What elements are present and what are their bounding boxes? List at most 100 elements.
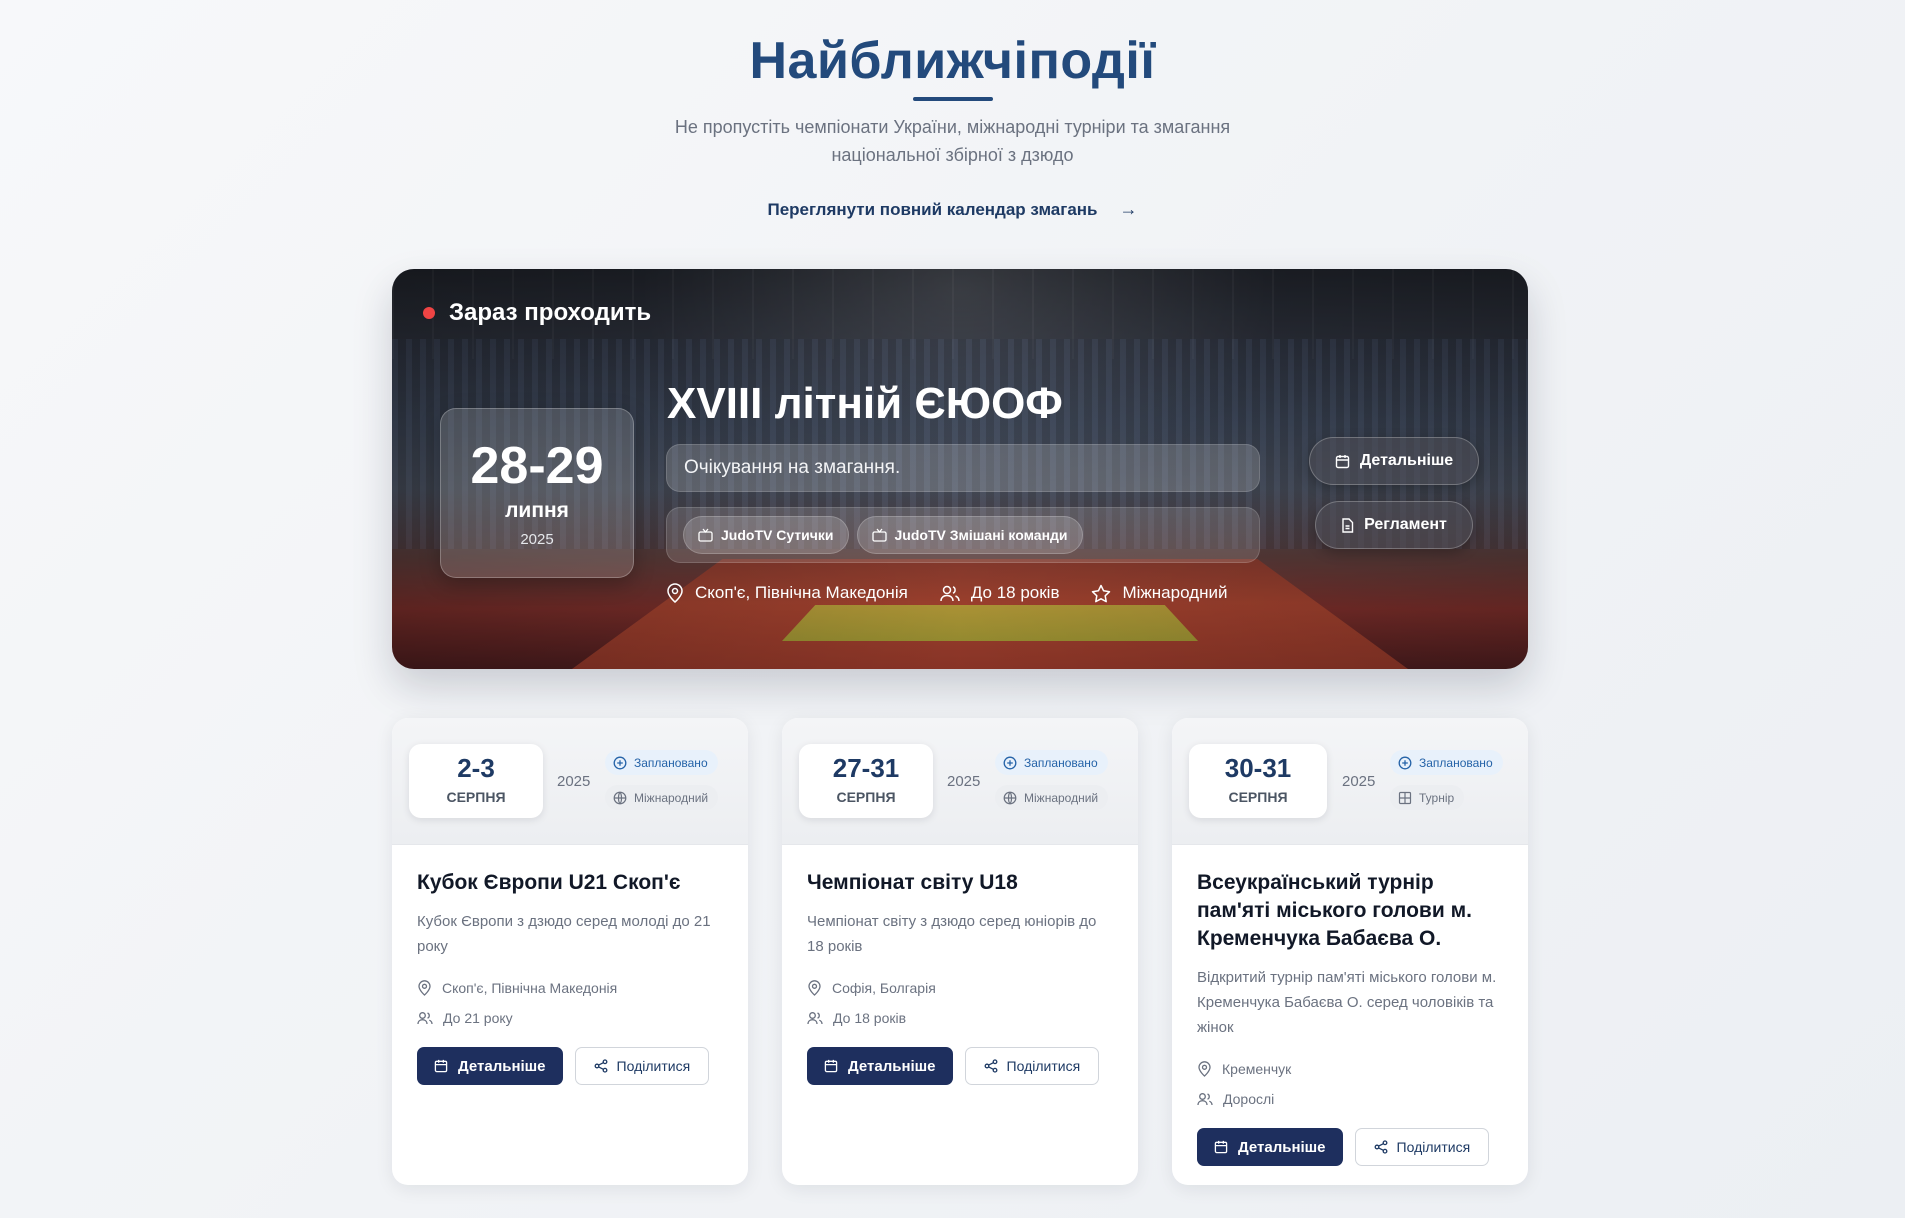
featured-location-text: Скоп'є, Північна Македонія [695,583,908,602]
featured-details-button[interactable]: Детальніше [1309,437,1479,485]
event-actions: Детальніше Поділитися [1197,1128,1503,1166]
featured-date-box: 28-29 липня 2025 [440,408,634,578]
featured-description: Очікування на змагання. [666,444,1260,492]
featured-year: 2025 [520,531,554,548]
event-date-box: 2-3 СЕРПНЯ [409,744,543,818]
event-details-label: Детальніше [848,1057,936,1075]
full-calendar-link[interactable]: Переглянути повний календар змагань → [767,199,1137,220]
event-meta: Скоп'є, Північна Македонія До 21 року [417,973,723,1033]
type-badge-label: Турнір [1419,790,1455,805]
featured-location: Скоп'є, Північна Македонія [666,583,908,603]
event-card-header: 30-31 СЕРПНЯ 2025 Заплановано Турнір [1172,718,1528,845]
live-indicator: Зараз проходить [423,299,651,327]
type-badge: Міжнародний [605,785,719,810]
document-icon [1342,517,1354,533]
event-actions: Детальніше Поділитися [417,1047,723,1085]
plus-circle-icon [1003,756,1017,769]
event-date-range: 27-31 [832,753,900,783]
calendar-icon [824,1059,838,1073]
share-icon [984,1059,997,1073]
stream-link-label: JudoTV Змішані команди [894,527,1068,543]
calendar-icon [1335,454,1350,468]
event-description: Чемпіонат світу з дзюдо серед юніорів до… [807,913,1097,955]
featured-rules-label: Регламент [1364,516,1447,533]
map-pin-icon [667,583,683,603]
type-badge: Турнір [1390,785,1465,810]
event-details-button[interactable]: Детальніше [1197,1128,1343,1166]
status-badge-label: Заплановано [1024,755,1098,770]
stream-link-mixed-teams[interactable]: JudoTV Змішані команди [856,516,1083,554]
event-share-label: Поділитися [1396,1139,1471,1155]
users-icon [1197,1093,1213,1106]
featured-title: XVIII літній ЄЮОФ [667,379,1063,428]
share-icon [594,1059,607,1073]
event-location-text: Софія, Болгарія [832,980,936,996]
event-card-header: 27-31 СЕРПНЯ 2025 Заплановано Міжнародни… [782,718,1138,845]
featured-meta: Скоп'є, Північна Македонія До 18 років М… [666,583,1227,603]
event-share-button[interactable]: Поділитися [1354,1128,1490,1166]
users-icon [417,1012,433,1025]
calendar-icon [434,1059,448,1073]
event-details-button[interactable]: Детальніше [807,1047,953,1085]
event-description: Відкритий турнір пам'яті міського голови… [1197,969,1497,1036]
event-location-text: Скоп'є, Північна Македонія [442,980,618,996]
event-age-text: До 18 років [833,1010,907,1026]
event-card-body: Всеукраїнський турнір пам'яті міського г… [1172,845,1528,1185]
event-location: Софія, Болгарія [807,973,1113,1003]
featured-age-text: До 18 років [970,583,1060,602]
share-icon [1374,1140,1387,1154]
event-details-label: Детальніше [458,1057,546,1075]
title-underline [912,97,993,101]
stream-link-fights[interactable]: JudoTV Сутички [683,516,849,554]
event-details-label: Детальніше [1238,1138,1326,1156]
event-card-header: 2-3 СЕРПНЯ 2025 Заплановано Міжнародний [392,718,748,845]
event-month: СЕРПНЯ [446,789,506,805]
status-badge: Заплановано [1390,750,1503,775]
calendar-icon [1214,1140,1228,1154]
arrow-right-icon: → [1119,199,1138,219]
type-badge-label: Міжнародний [1024,790,1099,805]
globe-icon [613,791,627,804]
event-card-body: Чемпіонат світу U18 Чемпіонат світу з дз… [782,845,1138,1109]
full-calendar-link-label: Переглянути повний календар змагань [767,199,1098,219]
event-card-body: Кубок Європи U21 Скоп'є Кубок Європи з д… [392,845,748,1109]
type-badge: Міжнародний [995,785,1109,810]
event-date-range: 2-3 [457,753,495,783]
plus-circle-icon [1398,756,1412,769]
event-actions: Детальніше Поділитися [807,1047,1113,1085]
plus-circle-icon [613,756,627,769]
featured-level: Міжнародний [1091,583,1227,603]
featured-event-card: Зараз проходить 28-29 липня 2025 XVIII л… [392,269,1528,669]
event-date-box: 30-31 СЕРПНЯ [1189,744,1327,818]
featured-month: липня [505,499,569,522]
tv-icon [871,528,887,542]
tv-icon [698,528,713,542]
event-age: Дорослі [1197,1084,1503,1114]
event-location-text: Кременчук [1222,1061,1292,1077]
event-age: До 18 років [807,1003,1113,1033]
event-share-label: Поділитися [616,1058,691,1074]
section-header: Найближчіподії Не пропустіть чемпіонати … [0,28,1905,220]
event-share-button[interactable]: Поділитися [574,1047,710,1085]
event-description: Кубок Європи з дзюдо серед молоді до 21 … [417,913,711,955]
event-year: 2025 [1342,773,1376,790]
event-year: 2025 [947,773,981,790]
featured-details-label: Детальніше [1359,452,1454,469]
status-badge-label: Заплановано [634,755,708,770]
event-share-button[interactable]: Поділитися [964,1047,1100,1085]
map-pin-icon [808,980,821,996]
event-age-text: Дорослі [1223,1091,1275,1107]
event-year: 2025 [557,773,591,790]
featured-rules-button[interactable]: Регламент [1315,501,1473,549]
globe-icon [1003,791,1017,804]
status-badge: Заплановано [995,750,1108,775]
map-pin-icon [418,980,431,996]
page-subtitle: Не пропустіть чемпіонати України, міжнар… [674,117,1231,165]
event-age-text: До 21 року [443,1010,513,1026]
star-icon [1092,584,1111,602]
stream-links: JudoTV Сутички JudoTV Змішані команди [666,507,1260,563]
grid-icon [1398,791,1412,804]
event-details-button[interactable]: Детальніше [417,1047,563,1085]
event-title: Чемпіонат світу U18 [807,871,1018,894]
event-card: 2-3 СЕРПНЯ 2025 Заплановано Міжнародний … [392,718,748,1185]
